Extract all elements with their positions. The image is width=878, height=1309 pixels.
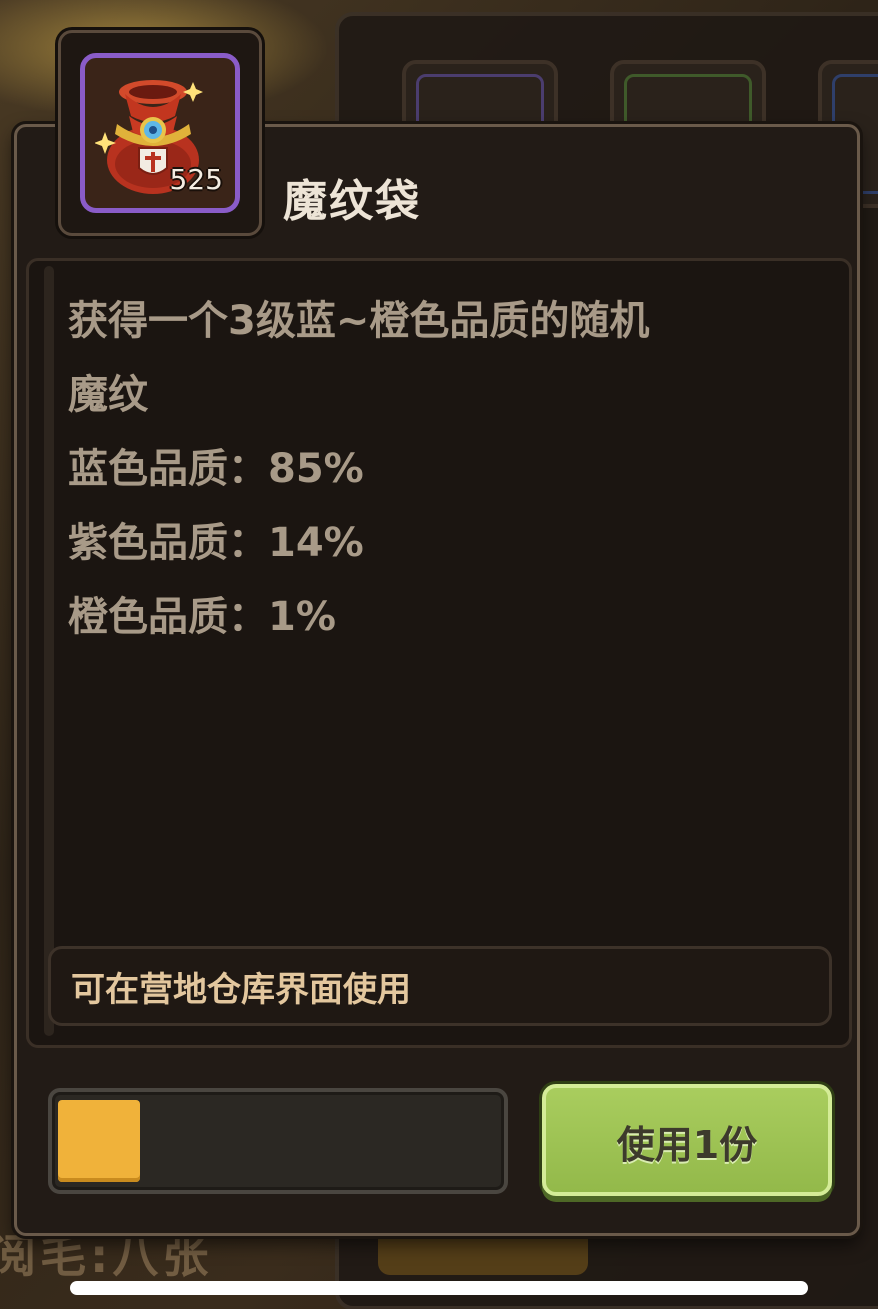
usage-note: 可在营地仓库界面使用 <box>71 970 411 1010</box>
description-line-purple-rate: 紫色品质：14% <box>68 520 364 566</box>
description-line: 获得一个3级蓝~橙色品质的随机 <box>68 298 650 344</box>
description-line: 魔纹 <box>68 372 148 418</box>
description-line-orange-rate: 橙色品质：1% <box>68 594 336 640</box>
use-item-button[interactable]: 使用1份 <box>542 1084 832 1196</box>
game-screen: 阅毛:八张 525 魔纹袋 获得一个3级蓝~橙色品质的随机 魔纹 蓝色品质：85… <box>0 0 878 1309</box>
description-line-blue-rate: 蓝色品质：85% <box>68 446 364 492</box>
home-indicator[interactable] <box>70 1281 808 1295</box>
use-item-button-label: 使用1份 <box>616 1123 758 1167</box>
description-scrollbar[interactable] <box>44 266 54 1036</box>
item-count: 525 <box>169 163 223 196</box>
item-description: 获得一个3级蓝~橙色品质的随机 魔纹 蓝色品质：85% 紫色品质：14% 橙色品… <box>68 284 808 654</box>
item-name: 魔纹袋 <box>283 176 421 227</box>
item-icon-slot: 525 <box>80 53 240 213</box>
quantity-slider-handle[interactable] <box>58 1100 140 1182</box>
usage-note-box: 可在营地仓库界面使用 <box>48 946 832 1026</box>
